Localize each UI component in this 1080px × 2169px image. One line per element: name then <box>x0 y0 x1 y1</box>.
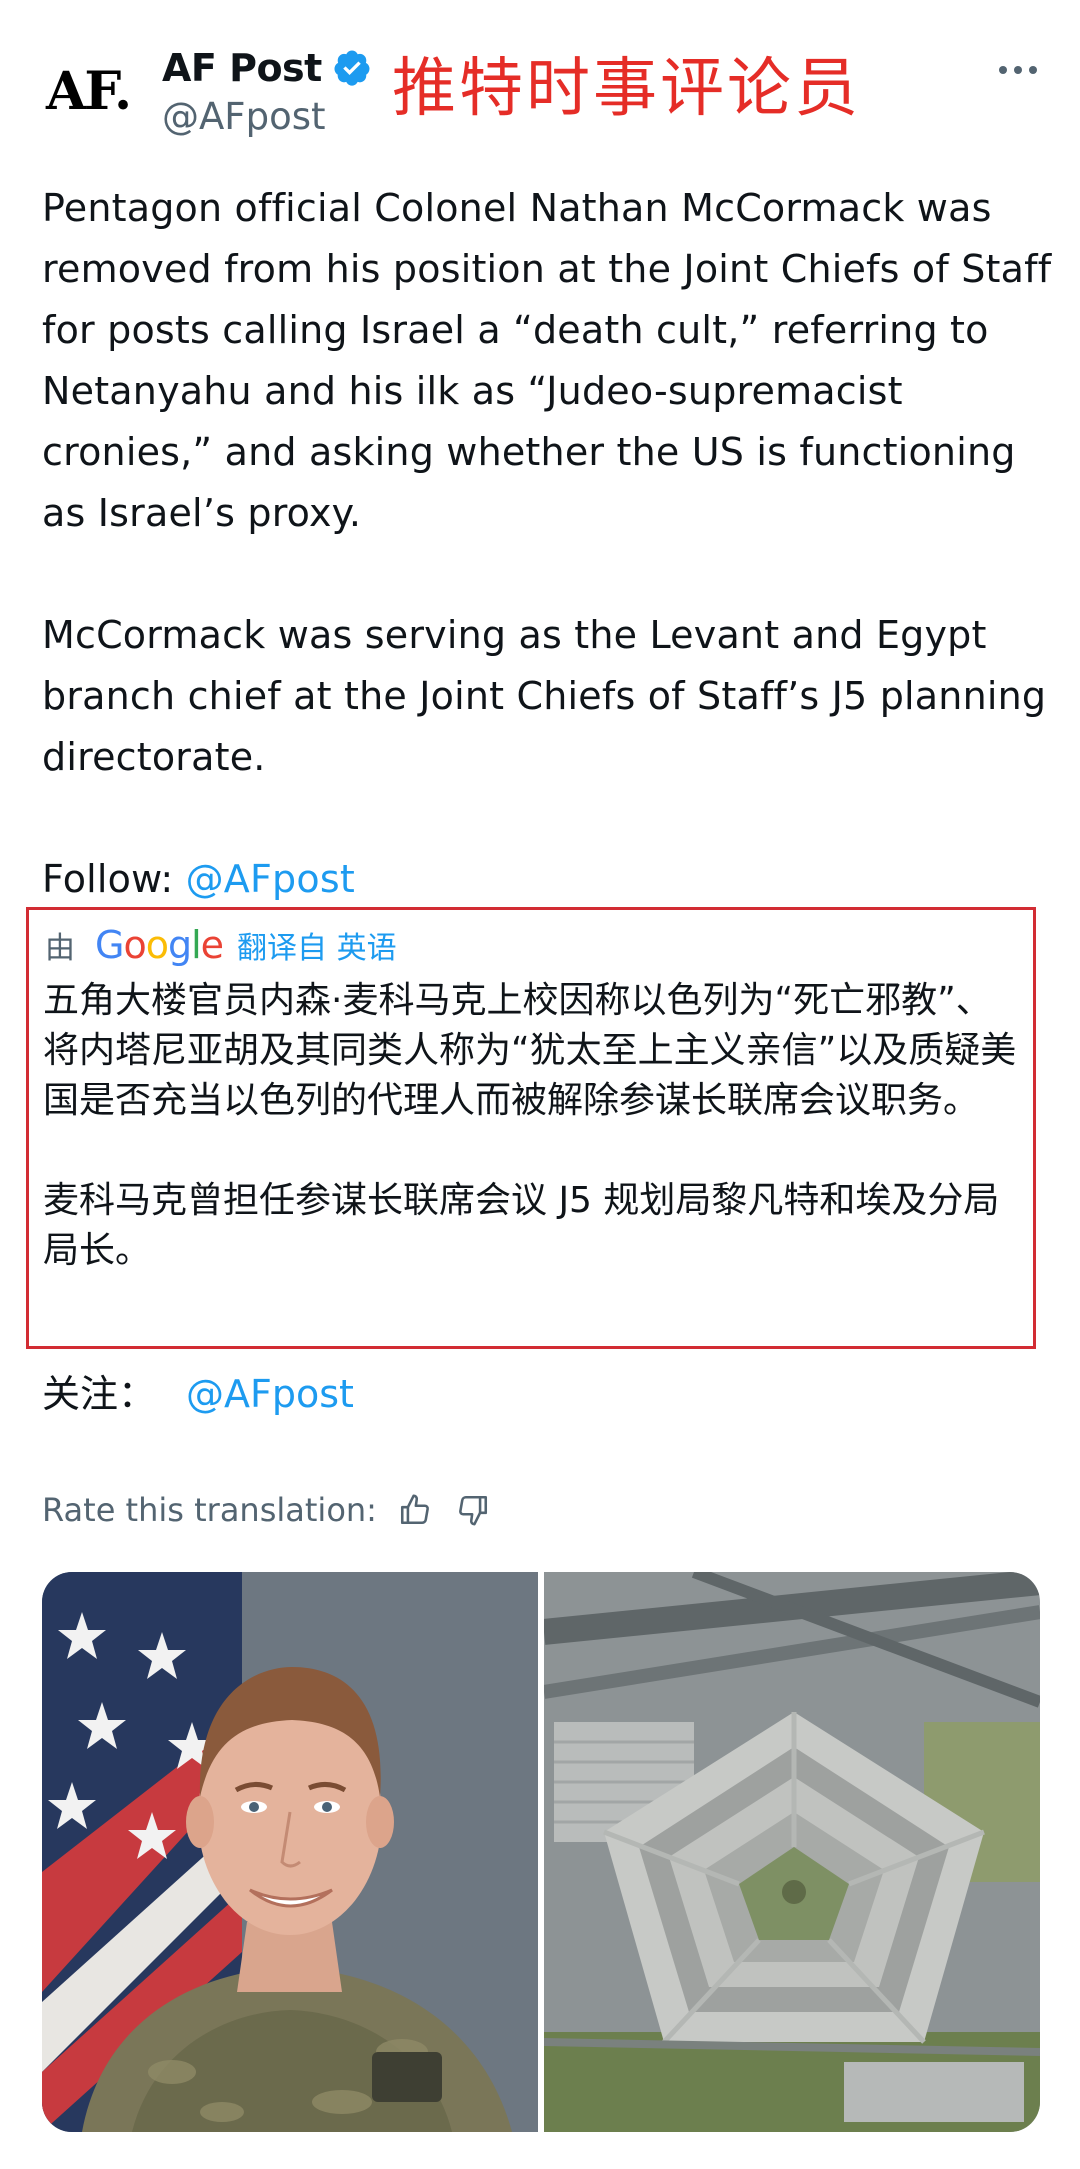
follow-mention-link[interactable]: @AFpost <box>186 857 355 901</box>
tweet-paragraph-2: McCormack was serving as the Levant and … <box>42 613 1047 779</box>
follow-label: Follow: <box>42 857 186 901</box>
photo-pentagon-aerial[interactable] <box>544 1572 1040 2132</box>
verified-badge-icon <box>334 50 370 86</box>
photo-officer-portrait[interactable] <box>42 1572 538 2132</box>
overlay-caption: 推特时事评论员 <box>392 52 861 126</box>
translation-paragraph-2: 麦科马克曾担任参谋长联席会议 J5 规划局黎凡特和埃及分局局长。 <box>43 1180 1000 1271</box>
translated-from-link[interactable]: 翻译自 英语 <box>237 923 397 967</box>
google-logo: Google <box>95 923 224 967</box>
translation-paragraph-1: 五角大楼官员内森·麦科马克上校因称以色列为“死亡邪教”、将内塔尼亚胡及其同类人称… <box>43 980 1017 1121</box>
tweet-header: AF. AF Post @AFpost 推特时事评论员 <box>0 0 1080 165</box>
more-icon[interactable] <box>996 48 1040 92</box>
rate-label: Rate this translation: <box>42 1491 377 1529</box>
translation-follow-line: 关注： @AFpost <box>42 1366 354 1422</box>
thumbs-up-icon[interactable] <box>395 1490 435 1530</box>
translation-text: 五角大楼官员内森·麦科马克上校因称以色列为“死亡邪教”、将内塔尼亚胡及其同类人称… <box>43 976 1023 1276</box>
tweet-follow-line: Follow: @AFpost <box>42 849 1052 910</box>
translation-follow-link[interactable]: @AFpost <box>186 1372 354 1416</box>
translation-by-label: 由 <box>45 931 75 966</box>
translation-follow-label: 关注： <box>42 1372 157 1416</box>
author-handle[interactable]: @AFpost <box>162 95 326 138</box>
tweet-paragraph-1: Pentagon official Colonel Nathan McCorma… <box>42 186 1052 535</box>
author-name-row[interactable]: AF Post <box>162 42 372 94</box>
translation-header: 由 Google 翻译自 英语 <box>45 920 397 970</box>
avatar[interactable]: AF. <box>46 52 136 132</box>
thumbs-down-icon[interactable] <box>453 1490 493 1530</box>
rate-translation: Rate this translation: <box>42 1485 493 1535</box>
author-display-name[interactable]: AF Post <box>162 46 322 90</box>
translation-box: 由 Google 翻译自 英语 五角大楼官员内森·麦科马克上校因称以色列为“死亡… <box>26 907 1036 1349</box>
tweet-text: Pentagon official Colonel Nathan McCorma… <box>42 178 1052 910</box>
media-grid <box>42 1572 1040 2132</box>
